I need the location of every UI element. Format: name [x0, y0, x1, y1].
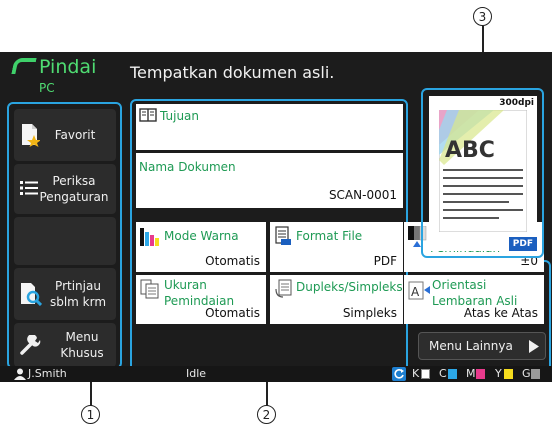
device-state: Idle: [186, 367, 207, 380]
color-mode-icon: [140, 228, 159, 246]
toner-m-label: M: [466, 367, 476, 380]
user-icon: [14, 368, 26, 380]
toner-y-bar: [504, 369, 513, 379]
toner-k-label: K: [412, 367, 420, 380]
file-format-button[interactable]: Format File PDF: [270, 222, 403, 272]
sidebar-item-periksa-pengaturan[interactable]: Periksa Pengaturan: [14, 164, 116, 214]
sidebar-item-empty: [14, 217, 116, 265]
duplex-label: Dupleks/Simpleks: [296, 280, 403, 294]
favorite-document-icon: [22, 124, 40, 147]
toner-c-bar: [448, 369, 457, 379]
scan-size-label: Ukuran Pemindaian: [164, 278, 235, 308]
header-message: Tempatkan dokumen asli.: [130, 63, 335, 82]
document-name-label: Nama Dokumen: [139, 160, 236, 174]
arrow-right-icon: [529, 340, 539, 353]
document-name-button[interactable]: Nama Dokumen SCAN-0001: [136, 153, 403, 208]
scan-size-icon: [140, 279, 159, 299]
orientation-label: Orientasi Lembaran Asli: [432, 278, 518, 308]
file-format-label: Format File: [296, 229, 363, 243]
svg-text:A: A: [411, 285, 420, 299]
sidebar-item-prtinjau[interactable]: Prtinjau sblm krm: [14, 268, 116, 320]
preview-magnifier-icon: [21, 283, 42, 306]
sidebar-item-label: Menu Khusus: [60, 330, 104, 360]
more-menu-label: Menu Lainnya: [429, 339, 513, 353]
toner-k-bar: [421, 369, 430, 379]
orientation-button[interactable]: A Orientasi Lembaran Asli Atas ke Atas: [404, 275, 544, 324]
document-preview-image: [439, 110, 527, 232]
user-name: J.Smith: [28, 367, 67, 380]
app-mode-header: Pindai PC: [5, 56, 117, 96]
document-name-value: SCAN-0001: [328, 188, 397, 202]
sidebar-item-favorit[interactable]: Favorit: [14, 109, 116, 161]
callout-1: 1: [81, 405, 100, 424]
color-mode-button[interactable]: Mode Warna Otomatis: [136, 222, 266, 272]
callout-3: 3: [473, 7, 492, 26]
destination-button[interactable]: Tujuan: [136, 104, 403, 150]
toner-c-label: C: [439, 367, 447, 380]
list-icon: [20, 181, 38, 195]
preview-thumbnail: 300dpi ABC PDF: [429, 96, 537, 251]
callout-2: 2: [257, 405, 276, 424]
scan-size-button[interactable]: Ukuran Pemindaian Otomatis: [136, 275, 266, 324]
duplex-button[interactable]: Dupleks/Simpleks Simpleks: [270, 275, 403, 324]
scan-mode-icon: [11, 58, 37, 74]
address-book-icon: [139, 108, 157, 122]
sidebar-item-menu-khusus[interactable]: Menu Khusus: [14, 323, 116, 367]
color-mode-value: Otomatis: [205, 254, 260, 268]
sidebar-item-label: Favorit: [54, 128, 96, 142]
toner-g-label: G: [522, 367, 531, 380]
refresh-icon: [392, 367, 406, 381]
sidebar-item-label: Periksa Pengaturan: [39, 174, 109, 204]
resolution-text: 300dpi: [499, 98, 534, 108]
scan-screen: Pindai PC Tempatkan dokumen asli. Favori…: [0, 52, 552, 382]
orientation-value: Atas ke Atas: [463, 306, 538, 320]
app-subtitle: PC: [39, 81, 55, 95]
sidebar: Favorit Periksa Pengaturan Prtinjau sblm…: [7, 102, 122, 369]
more-menu-button[interactable]: Menu Lainnya: [418, 332, 546, 360]
preview-sample-text: ABC: [445, 138, 495, 163]
toner-m-bar: [476, 369, 485, 379]
toner-y-label: Y: [495, 367, 502, 380]
file-format-value: PDF: [373, 254, 397, 268]
duplex-value: Simpleks: [342, 306, 397, 320]
toner-indicators: K C M Y G: [412, 367, 547, 381]
status-bar: J.Smith Idle K C M Y G: [0, 366, 552, 382]
sidebar-item-label: Prtinjau sblm krm: [49, 279, 107, 309]
destination-label: Tujuan: [160, 109, 200, 123]
color-mode-label: Mode Warna: [164, 229, 239, 243]
file-format-icon: [275, 226, 291, 245]
scan-size-value: Otomatis: [205, 306, 260, 320]
toner-g-bar: [531, 369, 540, 379]
wrench-icon: [20, 335, 41, 355]
app-title: Pindai: [39, 56, 97, 78]
orientation-icon: A: [408, 281, 430, 300]
pdf-badge: PDF: [508, 237, 537, 251]
preview-frame[interactable]: 300dpi ABC PDF: [421, 88, 544, 258]
duplex-icon: [275, 279, 292, 298]
